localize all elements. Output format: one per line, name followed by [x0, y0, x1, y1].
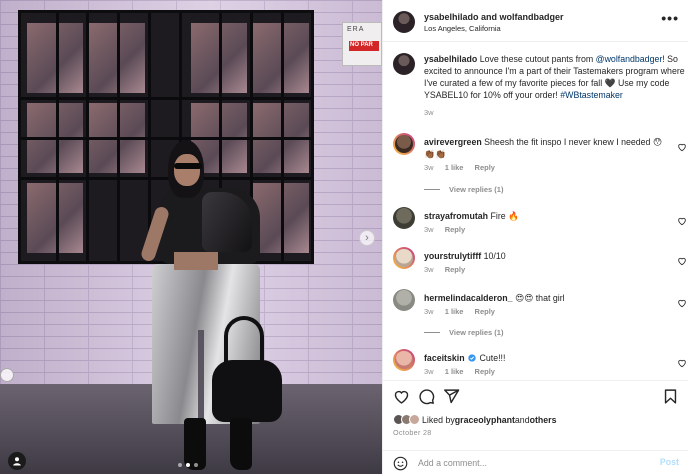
caption-avatar[interactable]	[393, 53, 415, 75]
mention-link[interactable]: @wolfandbadger	[596, 54, 663, 64]
commenter-avatar[interactable]	[393, 349, 415, 371]
comment-username[interactable]: avirevergreen	[424, 137, 482, 147]
comment-likes[interactable]: 1 like	[445, 367, 464, 376]
reply-button[interactable]: Reply	[445, 265, 465, 274]
like-heart-icon[interactable]	[393, 388, 410, 405]
post-comment-button[interactable]: Post	[660, 457, 679, 467]
comment-time: 3w	[424, 265, 434, 274]
view-replies-button[interactable]: View replies (1)	[424, 185, 503, 194]
carousel-indicator	[178, 463, 198, 467]
comment-username[interactable]: hermelindacalderon_	[424, 293, 513, 303]
emoji-icon[interactable]	[393, 456, 408, 471]
handbag	[212, 360, 282, 422]
like-comment-heart-icon[interactable]	[677, 256, 687, 266]
comment-text: 10/10	[483, 251, 506, 261]
comment-username[interactable]: faceitskin	[424, 353, 465, 363]
reply-button[interactable]: Reply	[475, 163, 495, 172]
liked-by-row: Liked by graceolyphant and others	[393, 414, 556, 425]
reply-button[interactable]: Reply	[445, 225, 465, 234]
carousel-dot	[186, 463, 190, 467]
caption-time: 3w	[424, 108, 434, 117]
caption-text: Love these cutout pants from	[477, 54, 596, 64]
save-bookmark-icon[interactable]	[662, 388, 679, 405]
commenter-avatar[interactable]	[393, 207, 415, 229]
comment-time: 3w	[424, 225, 434, 234]
comment-likes[interactable]: 1 like	[445, 307, 464, 316]
comments-section[interactable]: ysabelhilado Love these cutout pants fro…	[383, 43, 688, 379]
comment-likes[interactable]: 1 like	[445, 163, 464, 172]
next-photo-button[interactable]: ›	[359, 230, 375, 246]
comment-bubble-icon[interactable]	[418, 388, 435, 405]
parking-sign: ERA NO PAR	[342, 22, 382, 66]
reply-button[interactable]: Reply	[475, 307, 495, 316]
post-photo[interactable]: ERA NO PAR ›	[0, 0, 382, 474]
like-comment-heart-icon[interactable]	[677, 142, 687, 152]
reply-button[interactable]: Reply	[475, 367, 495, 376]
like-comment-heart-icon[interactable]	[677, 358, 687, 368]
post-date: October 28	[393, 428, 432, 437]
tagged-users-button[interactable]	[8, 452, 26, 470]
add-comment-bar: Post	[383, 450, 688, 474]
comment-text: Fire 🔥	[490, 211, 520, 221]
previous-photo-button[interactable]	[0, 368, 14, 382]
location-link[interactable]: Los Angeles, California	[424, 24, 501, 33]
likes-others-link[interactable]: others	[530, 415, 557, 425]
share-paper-plane-icon[interactable]	[443, 388, 460, 405]
caption-username[interactable]: ysabelhilado	[424, 54, 477, 64]
hashtag-link[interactable]: #WBtastemaker	[560, 90, 623, 100]
carousel-dot	[194, 463, 198, 467]
liker-avatars	[393, 414, 420, 425]
commenter-avatar[interactable]	[393, 133, 415, 155]
commenter-avatar[interactable]	[393, 247, 415, 269]
author-names[interactable]: ysabelhilado and wolfandbadger	[424, 12, 564, 22]
verified-badge-icon	[468, 354, 476, 362]
carousel-dot	[178, 463, 182, 467]
sunglasses	[174, 163, 202, 169]
post-actions: Liked by graceolyphant and others Octobe…	[383, 380, 688, 450]
model-figure	[139, 140, 282, 474]
post-header: ysabelhilado and wolfandbadger Los Angel…	[383, 0, 688, 42]
comment-username[interactable]: yourstrulytifff	[424, 251, 481, 261]
like-comment-heart-icon[interactable]	[677, 298, 687, 308]
liker-username[interactable]: graceolyphant	[455, 415, 515, 425]
like-comment-heart-icon[interactable]	[677, 216, 687, 226]
comment-time: 3w	[424, 307, 434, 316]
comment-text: Cute!!!	[479, 353, 506, 363]
commenter-avatar[interactable]	[393, 289, 415, 311]
more-options-button[interactable]: •••	[661, 11, 679, 25]
author-avatar[interactable]	[393, 11, 415, 33]
comment-text: 😍😍 that girl	[514, 293, 565, 303]
comment-username[interactable]: strayafromutah	[424, 211, 488, 221]
comment-time: 3w	[424, 163, 434, 172]
view-replies-button[interactable]: View replies (1)	[424, 328, 503, 337]
comment-time: 3w	[424, 367, 434, 376]
comment-input[interactable]	[418, 455, 648, 471]
user-icon	[13, 457, 21, 466]
post-side-panel: ysabelhilado and wolfandbadger Los Angel…	[382, 0, 688, 474]
